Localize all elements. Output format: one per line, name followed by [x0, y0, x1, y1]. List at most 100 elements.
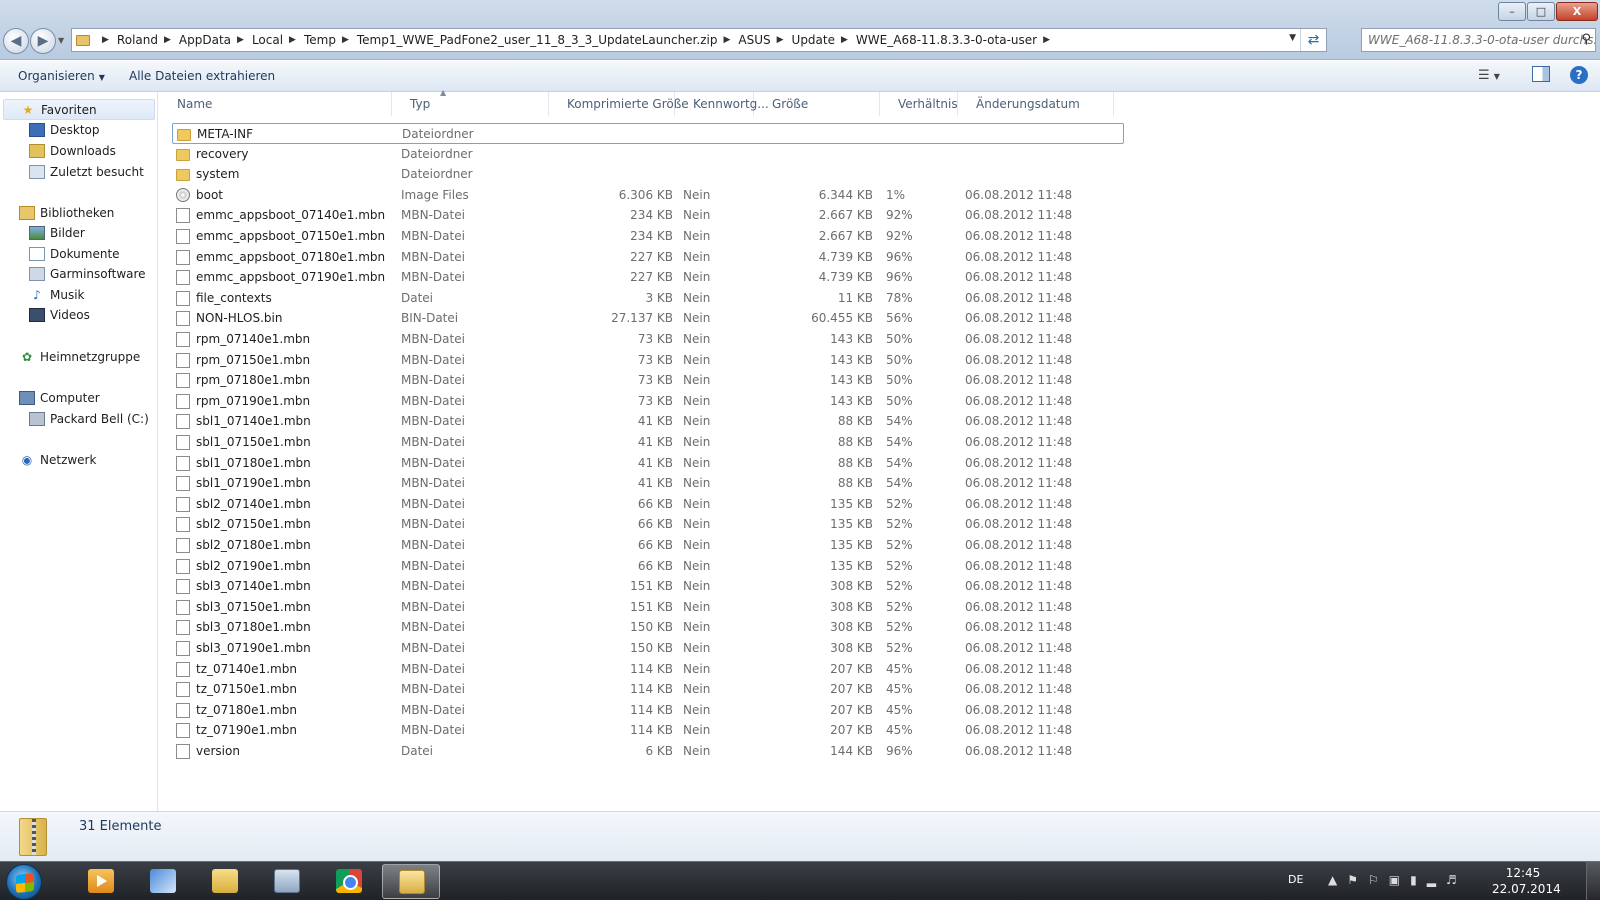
show-hidden-icons-icon[interactable]: ▲: [1328, 873, 1347, 887]
language-indicator[interactable]: DE: [1288, 873, 1303, 886]
column-header-size[interactable]: Größe: [754, 92, 880, 116]
nav-videos[interactable]: Videos: [29, 308, 90, 322]
recent-pages-dropdown[interactable]: ▼: [58, 36, 64, 45]
change-view-button[interactable]: ☰ ▼: [1478, 68, 1500, 83]
breadcrumb-separator-icon[interactable]: ▶: [841, 35, 848, 45]
file-row[interactable]: tz_07140e1.mbn MBN-Datei 114 KB Nein 207 KB 4…: [172, 659, 1124, 680]
column-header-name[interactable]: Name: [159, 92, 392, 116]
file-row[interactable]: sbl2_07190e1.mbn MBN-Datei 66 KB Nein 135 KB…: [172, 556, 1124, 577]
breadcrumb-separator-icon[interactable]: ▶: [164, 35, 171, 45]
breadcrumb-asus[interactable]: ASUS: [738, 33, 770, 47]
column-header-date[interactable]: Änderungsdatum: [958, 92, 1114, 116]
file-row[interactable]: NON-HLOS.bin BIN-Datei 27.137 KB Nein 60.455…: [172, 308, 1124, 329]
breadcrumb-appdata[interactable]: AppData: [179, 33, 231, 47]
taskbar-folders[interactable]: [196, 864, 254, 899]
file-row[interactable]: sbl1_07180e1.mbn MBN-Datei 41 KB Nein 88 KB 5…: [172, 453, 1124, 474]
file-row[interactable]: sbl1_07140e1.mbn MBN-Datei 41 KB Nein 88 KB 5…: [172, 411, 1124, 432]
file-row[interactable]: sbl3_07180e1.mbn MBN-Datei 150 KB Nein 308 K…: [172, 617, 1124, 638]
address-dropdown-icon[interactable]: ▼: [1289, 33, 1296, 43]
column-header-ratio[interactable]: Verhältnis: [880, 92, 958, 116]
breadcrumb-separator-icon[interactable]: ▶: [1043, 35, 1050, 45]
breadcrumb-update[interactable]: Update: [792, 33, 835, 47]
column-header-type[interactable]: Typ: [392, 92, 549, 116]
organize-button[interactable]: Organisieren ▼: [18, 69, 105, 83]
file-row[interactable]: sbl1_07150e1.mbn MBN-Datei 41 KB Nein 88 KB 5…: [172, 432, 1124, 453]
nav-recent[interactable]: Zuletzt besucht: [29, 165, 144, 179]
signal-icon[interactable]: ▂: [1427, 873, 1446, 887]
forward-button[interactable]: ▶: [30, 28, 56, 54]
file-row[interactable]: sbl2_07150e1.mbn MBN-Datei 66 KB Nein 135 KB…: [172, 514, 1124, 535]
maximize-button[interactable]: □: [1527, 2, 1555, 21]
taskbar-media-player[interactable]: [72, 864, 130, 899]
file-row[interactable]: version Datei 6 KB Nein 144 KB 96% 06.08.2012 …: [172, 741, 1124, 762]
file-row[interactable]: emmc_appsboot_07190e1.mbn MBN-Datei 227 KB…: [172, 267, 1124, 288]
file-row[interactable]: recovery Dateiordner: [172, 144, 1124, 165]
volume-icon[interactable]: ♬: [1446, 873, 1467, 887]
nav-downloads[interactable]: Downloads: [29, 144, 116, 158]
action-center-icon[interactable]: ⚑: [1347, 873, 1368, 887]
refresh-icon[interactable]: ⇄: [1300, 29, 1326, 51]
preview-pane-icon[interactable]: [1532, 66, 1550, 82]
breadcrumb-separator-icon[interactable]: ▶: [289, 35, 296, 45]
taskbar-calculator[interactable]: [258, 864, 316, 899]
breadcrumb-current-folder[interactable]: WWE_A68-11.8.3.3-0-ota-user: [856, 33, 1037, 47]
breadcrumb-temp[interactable]: Temp: [304, 33, 336, 47]
column-header-password[interactable]: Kennwortg...: [675, 92, 769, 116]
taskbar-paint[interactable]: [134, 864, 192, 899]
taskbar-explorer[interactable]: [382, 864, 440, 899]
file-row[interactable]: tz_07180e1.mbn MBN-Datei 114 KB Nein 207 KB 4…: [172, 700, 1124, 721]
show-desktop-button[interactable]: [1586, 862, 1600, 900]
file-row[interactable]: emmc_appsboot_07150e1.mbn MBN-Datei 234 KB…: [172, 226, 1124, 247]
power-icon[interactable]: ▮: [1410, 873, 1427, 887]
file-row[interactable]: sbl2_07180e1.mbn MBN-Datei 66 KB Nein 135 KB…: [172, 535, 1124, 556]
nav-music[interactable]: ♪ Musik: [29, 288, 84, 302]
display-icon[interactable]: ▣: [1389, 873, 1410, 887]
file-row[interactable]: rpm_07190e1.mbn MBN-Datei 73 KB Nein 143 KB 5…: [172, 391, 1124, 412]
nav-homegroup[interactable]: ✿ Heimnetzgruppe: [19, 350, 140, 364]
nav-network[interactable]: ◉ Netzwerk: [19, 453, 97, 467]
breadcrumb-zip[interactable]: Temp1_WWE_PadFone2_user_11_8_3_3_UpdateL…: [357, 33, 718, 47]
nav-garminsoftware[interactable]: Garminsoftware: [29, 267, 146, 281]
file-row[interactable]: sbl3_07190e1.mbn MBN-Datei 150 KB Nein 308 K…: [172, 638, 1124, 659]
file-row[interactable]: rpm_07150e1.mbn MBN-Datei 73 KB Nein 143 KB 5…: [172, 350, 1124, 371]
file-row[interactable]: emmc_appsboot_07140e1.mbn MBN-Datei 234 KB…: [172, 205, 1124, 226]
breadcrumb-local[interactable]: Local: [252, 33, 283, 47]
nav-pictures[interactable]: Bilder: [29, 226, 85, 240]
flag-icon[interactable]: ⚐: [1368, 873, 1389, 887]
extract-all-button[interactable]: Alle Dateien extrahieren: [129, 69, 275, 83]
breadcrumb-separator-icon[interactable]: ▶: [342, 35, 349, 45]
clock[interactable]: 12:45 22.07.2014: [1492, 865, 1561, 897]
nav-documents[interactable]: Dokumente: [29, 247, 120, 261]
nav-computer[interactable]: Computer: [19, 391, 100, 405]
file-row[interactable]: sbl3_07140e1.mbn MBN-Datei 151 KB Nein 308 K…: [172, 576, 1124, 597]
breadcrumb-separator-icon[interactable]: ▶: [777, 35, 784, 45]
nav-desktop[interactable]: Desktop: [29, 123, 100, 137]
breadcrumb-separator-icon[interactable]: ▶: [102, 35, 109, 45]
file-row[interactable]: META-INF Dateiordner: [172, 123, 1124, 144]
breadcrumb-separator-icon[interactable]: ▶: [723, 35, 730, 45]
breadcrumb-separator-icon[interactable]: ▶: [237, 35, 244, 45]
file-row[interactable]: sbl3_07150e1.mbn MBN-Datei 151 KB Nein 308 K…: [172, 597, 1124, 618]
file-row[interactable]: sbl1_07190e1.mbn MBN-Datei 41 KB Nein 88 KB 5…: [172, 473, 1124, 494]
minimize-button[interactable]: –: [1498, 2, 1526, 21]
help-icon[interactable]: ?: [1570, 66, 1588, 84]
file-row[interactable]: emmc_appsboot_07180e1.mbn MBN-Datei 227 KB…: [172, 247, 1124, 268]
breadcrumb-roland[interactable]: Roland: [117, 33, 158, 47]
file-row[interactable]: tz_07190e1.mbn MBN-Datei 114 KB Nein 207 KB 4…: [172, 720, 1124, 741]
file-row[interactable]: file_contexts Datei 3 KB Nein 11 KB 78% 06.08.…: [172, 288, 1124, 309]
file-row[interactable]: sbl2_07140e1.mbn MBN-Datei 66 KB Nein 135 KB…: [172, 494, 1124, 515]
file-row[interactable]: system Dateiordner: [172, 164, 1124, 185]
file-row[interactable]: boot Image Files 6.306 KB Nein 6.344 KB 1% 06.…: [172, 185, 1124, 206]
search-input[interactable]: WWE_A68-11.8.3.3-0-ota-user durchs... ⚲: [1361, 28, 1596, 52]
nav-libraries[interactable]: Bibliotheken: [19, 206, 114, 220]
file-row[interactable]: tz_07150e1.mbn MBN-Datei 114 KB Nein 207 KB 4…: [172, 679, 1124, 700]
back-button[interactable]: ◀: [3, 28, 29, 54]
column-header-compressed-size[interactable]: Komprimierte Größe: [549, 92, 689, 116]
close-button[interactable]: X: [1556, 2, 1598, 21]
nav-favorites[interactable]: ★ Favoriten: [3, 99, 155, 120]
file-row[interactable]: rpm_07140e1.mbn MBN-Datei 73 KB Nein 143 KB 5…: [172, 329, 1124, 350]
search-icon[interactable]: ⚲: [1581, 29, 1591, 51]
start-button[interactable]: [6, 864, 42, 900]
file-row[interactable]: rpm_07180e1.mbn MBN-Datei 73 KB Nein 143 KB 5…: [172, 370, 1124, 391]
nav-drive-c[interactable]: Packard Bell (C:): [29, 412, 149, 426]
